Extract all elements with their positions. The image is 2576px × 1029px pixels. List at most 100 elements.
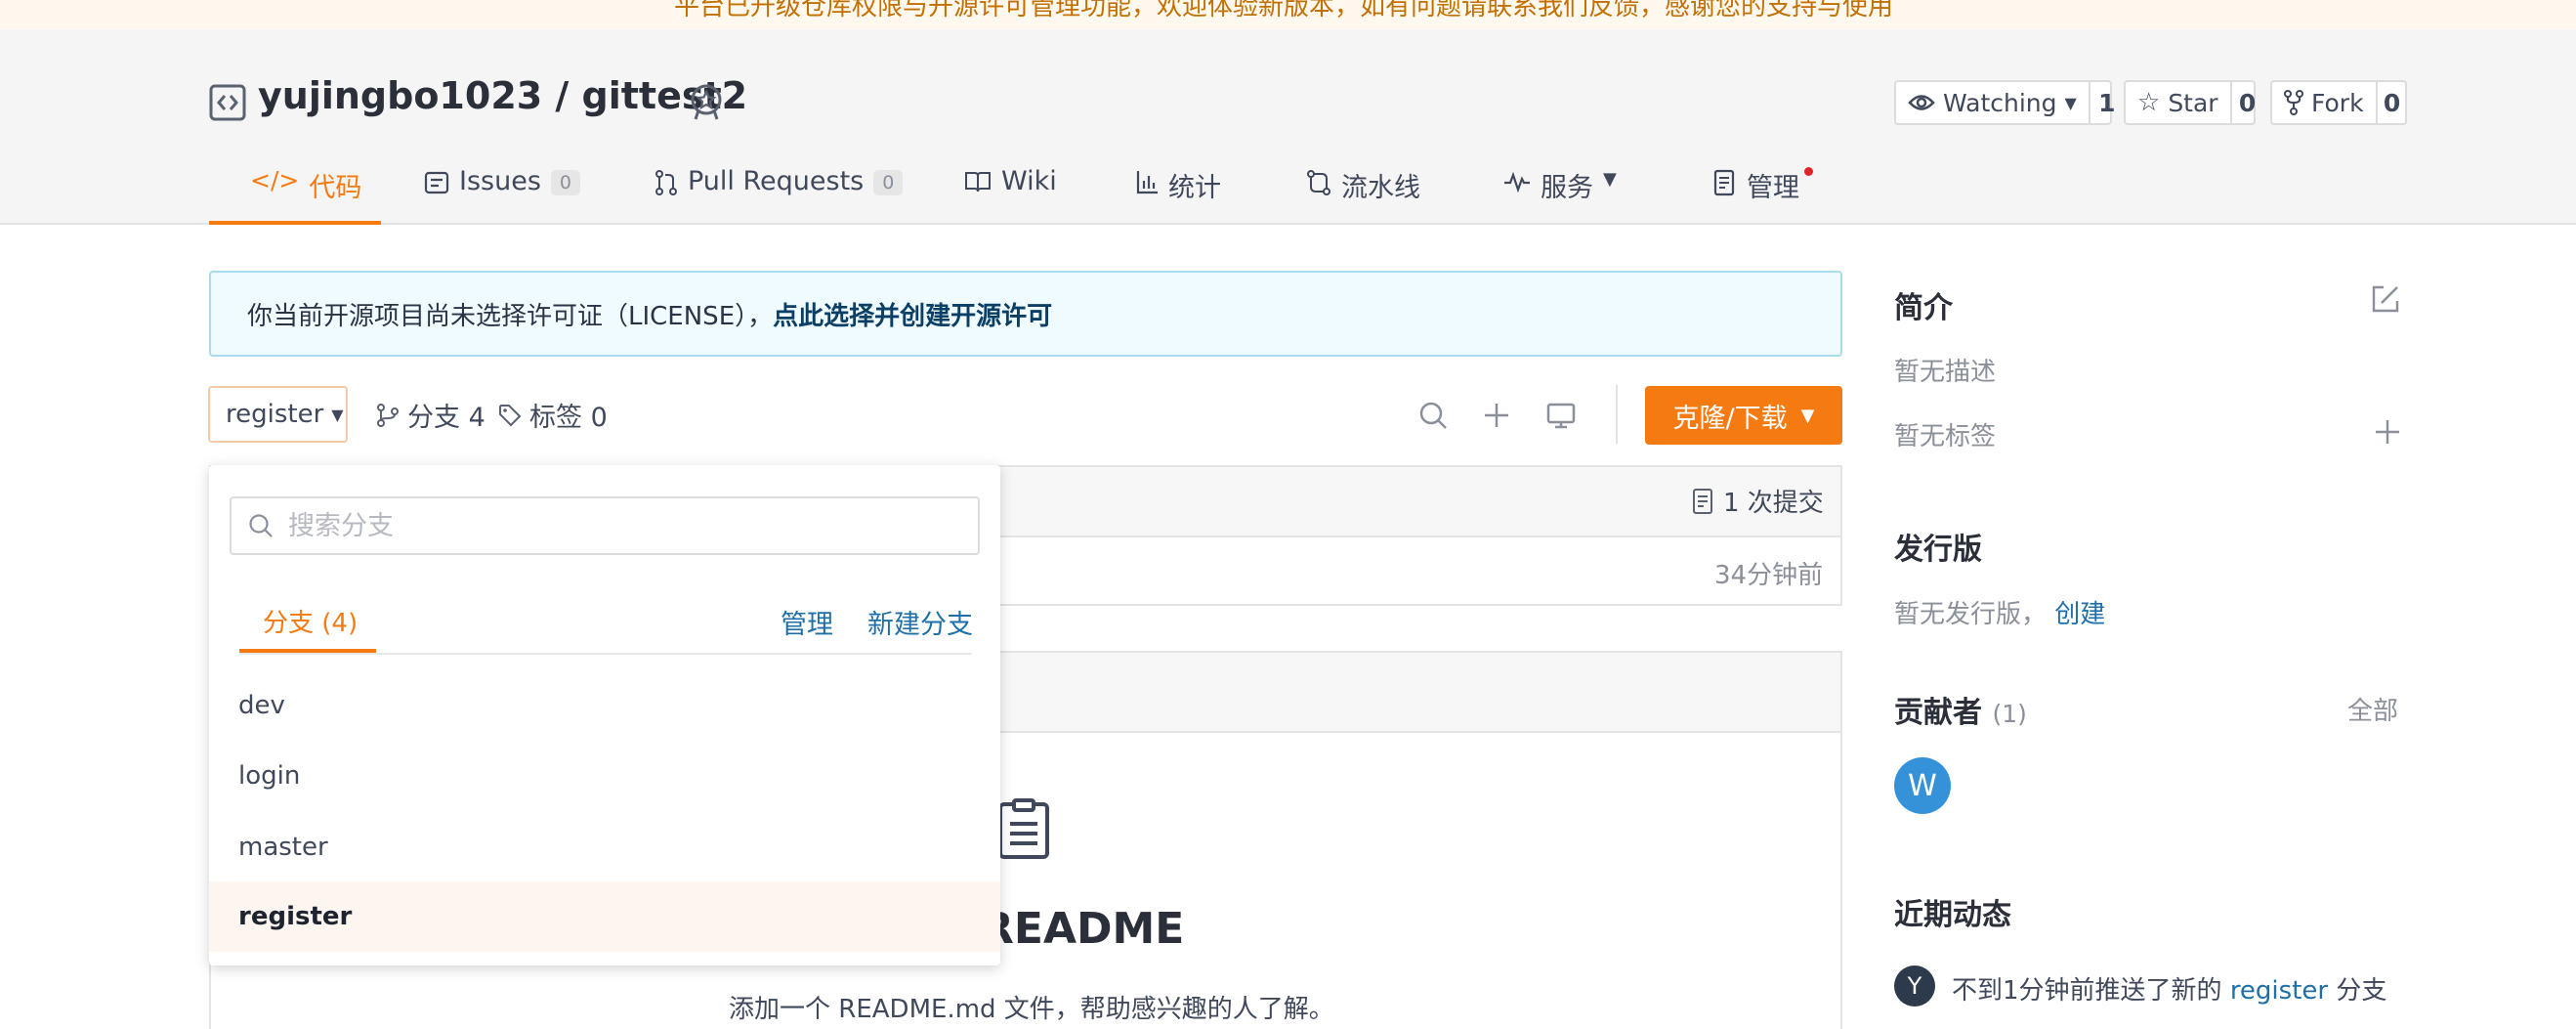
release-heading: 发行版 — [1894, 533, 1982, 567]
watch-count[interactable]: 1 — [2088, 82, 2124, 123]
branch-option-label: master — [238, 833, 328, 862]
tab-pull-requests-label: Pull Requests — [688, 166, 865, 196]
commits-count: 1 次提交 — [1723, 489, 1824, 518]
branch-option[interactable]: dev — [209, 670, 1000, 741]
fork-count[interactable]: 0 — [2375, 82, 2407, 123]
add-tag-icon[interactable] — [2374, 418, 2401, 446]
tab-wiki-label: Wiki — [1001, 166, 1057, 196]
create-release-link[interactable]: 创建 — [2054, 600, 2105, 629]
branch-option[interactable]: login — [209, 741, 1000, 811]
star-icon: ☆ — [2137, 88, 2161, 117]
star-count[interactable]: 0 — [2229, 82, 2263, 123]
issues-icon — [424, 171, 449, 194]
notice-banner-text: 平台已升级仓库权限与开源许可管理功能，欢迎体验新版本，如有问题请联系我们反馈，感… — [674, 0, 1894, 21]
contributors-heading: 贡献者 (1) — [1894, 688, 2027, 731]
last-commit-time: 34分钟前 — [1714, 561, 1824, 590]
branch-selector-label: register — [226, 400, 324, 429]
activity-text: 不到1分钟前推送了新的 — [1952, 976, 2222, 1006]
activity-branch-link[interactable]: register — [2230, 976, 2328, 1006]
search-icon[interactable] — [1417, 400, 1449, 431]
book-icon — [965, 172, 991, 193]
tab-code[interactable]: </> 代码 — [250, 166, 361, 223]
branch-search-input[interactable] — [288, 510, 952, 541]
tab-stats-label: 统计 — [1168, 173, 1221, 203]
no-release-text: 暂无发行版， — [1894, 600, 2048, 629]
activity-avatar[interactable]: Y — [1894, 965, 1935, 1007]
branch-option-label: register — [238, 902, 353, 931]
manage-branches-link[interactable]: 管理 — [781, 603, 833, 641]
toolbar-divider — [1616, 385, 1618, 444]
eye-icon — [1908, 95, 1935, 110]
tab-stats[interactable]: 统计 — [1135, 166, 1221, 223]
tab-code-label: 代码 — [309, 173, 362, 203]
tab-services[interactable]: 服务 ▼ — [1503, 166, 1617, 223]
tags-count-link[interactable]: 标签 0 — [498, 396, 608, 434]
web-ide-icon[interactable] — [1545, 400, 1577, 431]
tab-pipeline[interactable]: 流水线 — [1306, 166, 1420, 223]
readme-title: README — [981, 904, 1185, 954]
add-file-icon[interactable] — [1481, 400, 1512, 431]
repo-title[interactable]: yujingbo1023 / gittest2 — [258, 74, 747, 117]
tag-icon — [499, 404, 522, 426]
star-button[interactable]: ☆ Star 0 — [2124, 80, 2256, 125]
tab-manage[interactable]: 管理 — [1713, 166, 1799, 223]
branch-option-selected[interactable]: register — [209, 881, 1000, 952]
branches-count-label: 分支 4 — [407, 403, 486, 433]
no-tags: 暂无标签 — [1894, 422, 1997, 451]
pull-requests-count: 0 — [873, 170, 904, 195]
contributors-title: 贡献者 — [1894, 696, 1982, 730]
license-notice: 你当前开源项目尚未选择许可证（LICENSE）， 点此选择并创建开源许可 — [209, 271, 1842, 357]
readme-description: 添加一个 README.md 文件，帮助感兴趣的人了解。 — [729, 995, 1334, 1024]
contributors-count: (1) — [1992, 700, 2027, 728]
readme-doc-icon — [994, 798, 1053, 861]
branches-count-link[interactable]: 分支 4 — [376, 396, 486, 434]
bar-chart-icon — [1136, 171, 1158, 194]
tab-pull-requests[interactable]: Pull Requests 0 — [655, 166, 904, 223]
fork-icon — [2284, 90, 2303, 115]
branch-option[interactable]: master — [209, 812, 1000, 882]
notification-dot — [1804, 167, 1813, 176]
clone-download-label: 克隆/下载 — [1672, 403, 1788, 434]
contributor-avatar[interactable]: W — [1894, 757, 1951, 814]
license-create-link[interactable]: 点此选择并创建开源许可 — [773, 296, 1052, 332]
caret-down-icon: ▼ — [331, 405, 344, 424]
commit-doc-icon — [1693, 488, 1712, 514]
edit-icon[interactable] — [2370, 283, 2401, 315]
star-label: Star — [2168, 88, 2218, 117]
commits-link[interactable]: 1 次提交 — [1692, 483, 1824, 519]
caret-down-icon: ▼ — [1800, 405, 1815, 426]
dropdown-divider — [239, 653, 972, 655]
search-icon — [249, 514, 273, 537]
no-description: 暂无描述 — [1894, 358, 1997, 387]
dropdown-tab-branches[interactable]: 分支 (4) — [263, 603, 358, 639]
active-tab-indicator — [209, 221, 381, 225]
tab-services-label: 服务 — [1541, 173, 1593, 203]
clone-download-button[interactable]: 克隆/下载 ▼ — [1645, 386, 1842, 445]
pipeline-icon — [1307, 170, 1330, 195]
tab-issues[interactable]: Issues 0 — [424, 166, 580, 223]
recommend-badge-icon[interactable] — [688, 82, 725, 121]
watch-button[interactable]: Watching ▼ 1 — [1894, 80, 2116, 125]
caret-down-icon: ▼ — [1603, 169, 1617, 190]
caret-down-icon: ▼ — [2064, 93, 2077, 112]
tab-issues-label: Issues — [459, 166, 541, 196]
all-contributors-link[interactable]: 全部 — [2347, 691, 2398, 727]
new-branch-link[interactable]: 新建分支 — [867, 603, 973, 641]
tab-pipeline-label: 流水线 — [1341, 173, 1420, 203]
fork-button[interactable]: Fork 0 — [2270, 80, 2407, 125]
release-status: 暂无发行版， 创建 — [1894, 594, 2105, 630]
repo-header — [0, 29, 2576, 225]
branch-option-label: dev — [238, 691, 285, 720]
manage-doc-icon — [1713, 169, 1735, 196]
pulse-icon — [1504, 171, 1530, 193]
branch-selector[interactable]: register ▼ — [208, 386, 348, 443]
fork-label: Fork — [2311, 88, 2364, 117]
repo-code-icon — [209, 84, 246, 121]
tab-wiki[interactable]: Wiki — [964, 166, 1057, 223]
activity-heading: 近期动态 — [1894, 898, 2011, 932]
pull-request-icon — [655, 170, 677, 195]
watch-label: Watching — [1943, 88, 2057, 117]
notice-banner: 平台已升级仓库权限与开源许可管理功能，欢迎体验新版本，如有问题请联系我们反馈，感… — [0, 0, 2576, 29]
branch-search-box[interactable] — [230, 496, 980, 555]
code-icon: </> — [250, 166, 300, 194]
